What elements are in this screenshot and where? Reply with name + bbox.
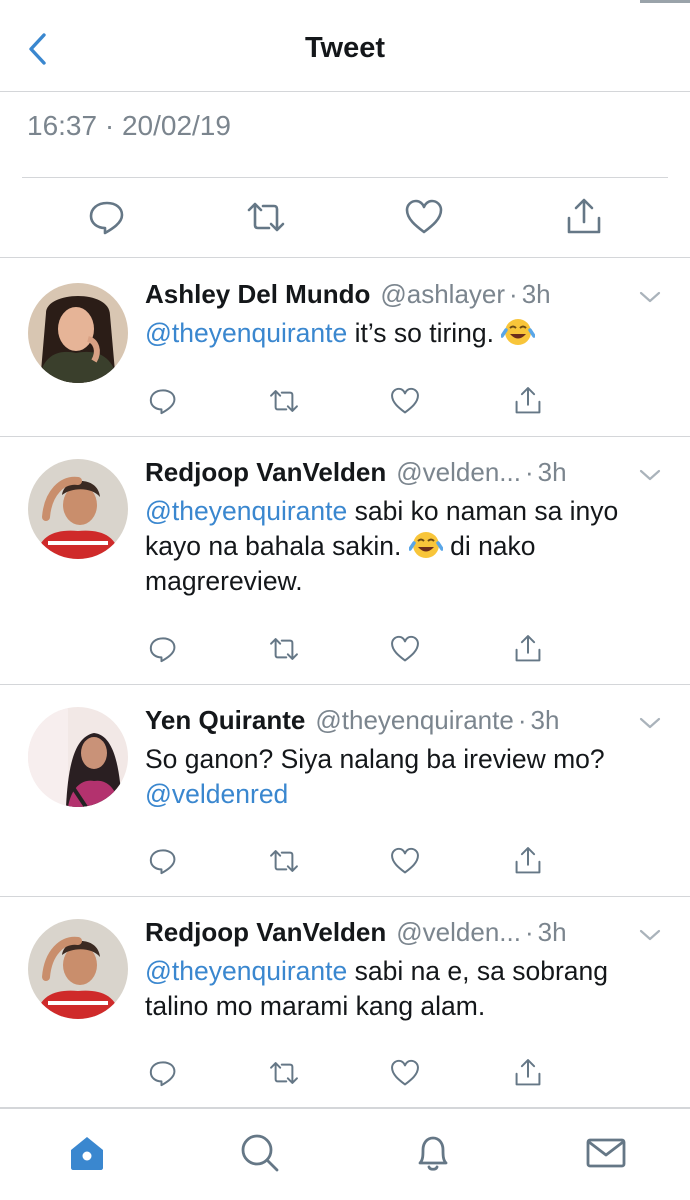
avatar[interactable] xyxy=(28,707,128,807)
user-handle[interactable]: @theyenquirante xyxy=(315,705,513,735)
like-icon[interactable] xyxy=(389,845,421,877)
reply-text: @theyenquirante sabi ko naman sa inyo ka… xyxy=(145,494,664,599)
tab-bar xyxy=(0,1108,690,1200)
reply-time: 3h xyxy=(537,917,567,947)
bell-icon[interactable] xyxy=(411,1131,455,1175)
page-title: Tweet xyxy=(304,32,386,64)
retweet-icon[interactable] xyxy=(268,1057,300,1089)
reply-text: So ganon? Siya nalang ba ireview mo? @ve… xyxy=(145,742,664,812)
like-icon[interactable] xyxy=(389,385,421,417)
separator: · xyxy=(509,279,518,309)
tweet-action-bar xyxy=(0,178,690,258)
reply-time: 3h xyxy=(521,279,551,309)
reply-action-bar xyxy=(145,845,565,879)
reply-body: it’s so tiring. xyxy=(347,318,502,348)
user-handle[interactable]: @velden... xyxy=(396,457,521,487)
share-icon[interactable] xyxy=(512,633,544,665)
mention-link[interactable]: @theyenquirante xyxy=(145,318,347,348)
share-icon[interactable] xyxy=(512,845,544,877)
share-icon[interactable] xyxy=(563,196,605,238)
reply-header: Redjoop VanVelden @velden... · 3h xyxy=(145,457,630,487)
user-name[interactable]: Yen Quirante xyxy=(145,705,305,735)
home-icon[interactable] xyxy=(65,1131,109,1175)
separator: · xyxy=(517,705,527,735)
chevron-down-icon[interactable] xyxy=(638,467,662,483)
retweet-icon[interactable] xyxy=(268,385,300,417)
reply-action-bar xyxy=(145,1057,565,1091)
reply-time: 3h xyxy=(537,457,567,487)
reply-tweet[interactable]: Ashley Del Mundo @ashlayer · 3h @theyenquir… xyxy=(0,259,690,437)
user-name[interactable]: Redjoop VanVelden xyxy=(145,457,386,487)
user-name[interactable]: Ashley Del Mundo xyxy=(145,279,370,309)
laughing-emoji-icon xyxy=(408,532,443,558)
reply-tweet[interactable]: Redjoop VanVelden @velden... · 3h @theyenqu… xyxy=(0,897,690,1108)
reply-tweet[interactable]: Yen Quirante @theyenquirante · 3h So ganon?… xyxy=(0,685,690,897)
reply-icon[interactable] xyxy=(147,1057,179,1089)
retweet-icon[interactable] xyxy=(268,845,300,877)
reply-text: @theyenquirante it’s so tiring. xyxy=(145,316,664,351)
reply-action-bar xyxy=(145,385,565,419)
reply-icon[interactable] xyxy=(86,196,128,238)
reply-header: Ashley Del Mundo @ashlayer · 3h xyxy=(145,279,630,309)
reply-icon[interactable] xyxy=(147,633,179,665)
retweet-icon[interactable] xyxy=(268,633,300,665)
chevron-down-icon[interactable] xyxy=(638,715,662,731)
like-icon[interactable] xyxy=(389,1057,421,1089)
avatar[interactable] xyxy=(28,919,128,1019)
reply-header: Yen Quirante @theyenquirante · 3h xyxy=(145,705,630,735)
chevron-down-icon[interactable] xyxy=(638,927,662,943)
user-handle[interactable]: @velden... xyxy=(396,917,521,947)
reply-tweet[interactable]: Redjoop VanVelden @velden... · 3h @theyenqu… xyxy=(0,437,690,685)
window-edge xyxy=(640,0,690,3)
avatar[interactable] xyxy=(28,283,128,383)
search-icon[interactable] xyxy=(238,1131,282,1175)
chevron-down-icon[interactable] xyxy=(638,289,662,305)
reply-time: 3h xyxy=(530,705,560,735)
mail-icon[interactable] xyxy=(584,1131,628,1175)
user-handle[interactable]: @ashlayer xyxy=(380,279,505,309)
reply-action-bar xyxy=(145,633,565,667)
separator: · xyxy=(524,457,534,487)
mention-link[interactable]: @theyenquirante xyxy=(145,496,347,526)
reply-text: @theyenquirante sabi na e, sa sobrang ta… xyxy=(145,954,664,1024)
share-icon[interactable] xyxy=(512,385,544,417)
separator: · xyxy=(524,917,534,947)
share-icon[interactable] xyxy=(512,1057,544,1089)
retweet-icon[interactable] xyxy=(245,196,287,238)
laughing-emoji-icon xyxy=(501,319,536,345)
like-icon[interactable] xyxy=(403,196,445,238)
user-name[interactable]: Redjoop VanVelden xyxy=(145,917,386,947)
reply-icon[interactable] xyxy=(147,845,179,877)
navigation-bar: Tweet xyxy=(0,0,690,92)
avatar[interactable] xyxy=(28,459,128,559)
mention-link[interactable]: @theyenquirante xyxy=(145,956,347,986)
reply-header: Redjoop VanVelden @velden... · 3h xyxy=(145,917,630,947)
tweet-timestamp: 16:37 · 20/02/19 xyxy=(27,110,231,141)
like-icon[interactable] xyxy=(389,633,421,665)
reply-body: So ganon? Siya nalang ba ireview mo? xyxy=(145,744,605,774)
mention-link[interactable]: @veldenred xyxy=(145,779,288,809)
reply-icon[interactable] xyxy=(147,385,179,417)
